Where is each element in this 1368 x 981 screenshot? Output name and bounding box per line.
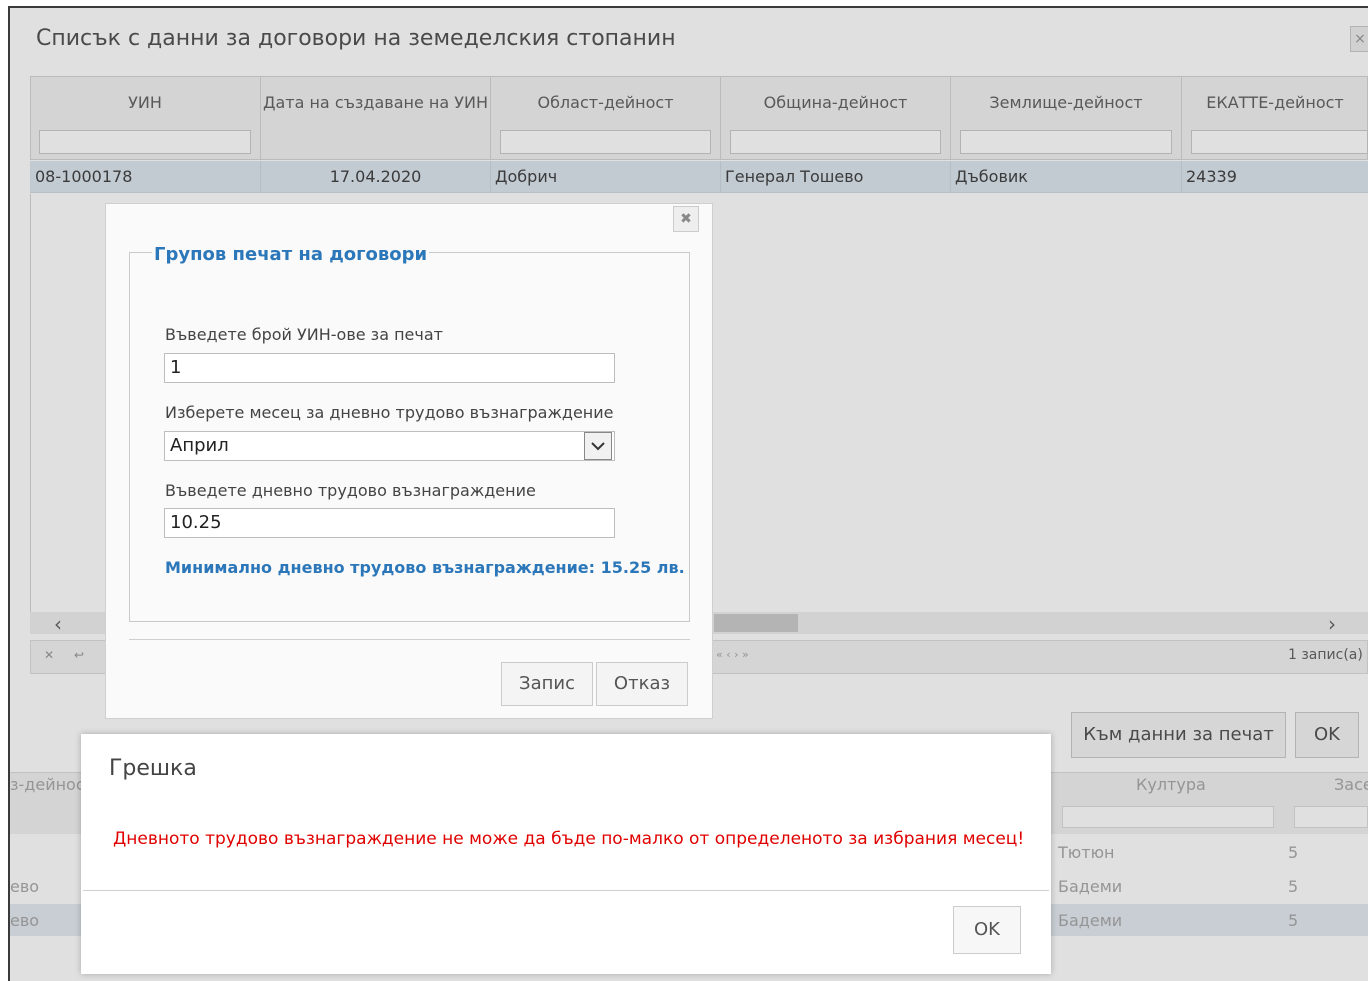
divider <box>83 890 1049 891</box>
count-input[interactable]: 1 <box>164 353 615 383</box>
close-icon[interactable]: ✖ <box>673 206 699 232</box>
min-wage-hint: Минимално дневно трудово възнаграждение:… <box>165 558 685 577</box>
fieldset-legend: Групов печат на договори <box>152 244 430 265</box>
error-dialog <box>81 734 1051 974</box>
month-select[interactable]: Април <box>164 431 615 461</box>
save-button[interactable]: Запис <box>501 662 593 706</box>
month-label: Изберете месец за дневно трудово възнагр… <box>165 403 614 422</box>
error-title: Грешка <box>109 756 197 781</box>
wage-input[interactable]: 10.25 <box>164 508 615 538</box>
count-label: Въведете брой УИН-ове за печат <box>165 325 443 344</box>
chevron-down-icon[interactable] <box>584 432 612 460</box>
wage-label: Въведете дневно трудово възнаграждение <box>165 481 536 500</box>
error-message: Дневното трудово възнаграждение не може … <box>113 829 1025 849</box>
cancel-button[interactable]: Отказ <box>596 662 688 706</box>
divider <box>129 639 690 640</box>
error-ok-button[interactable]: OK <box>953 906 1021 954</box>
